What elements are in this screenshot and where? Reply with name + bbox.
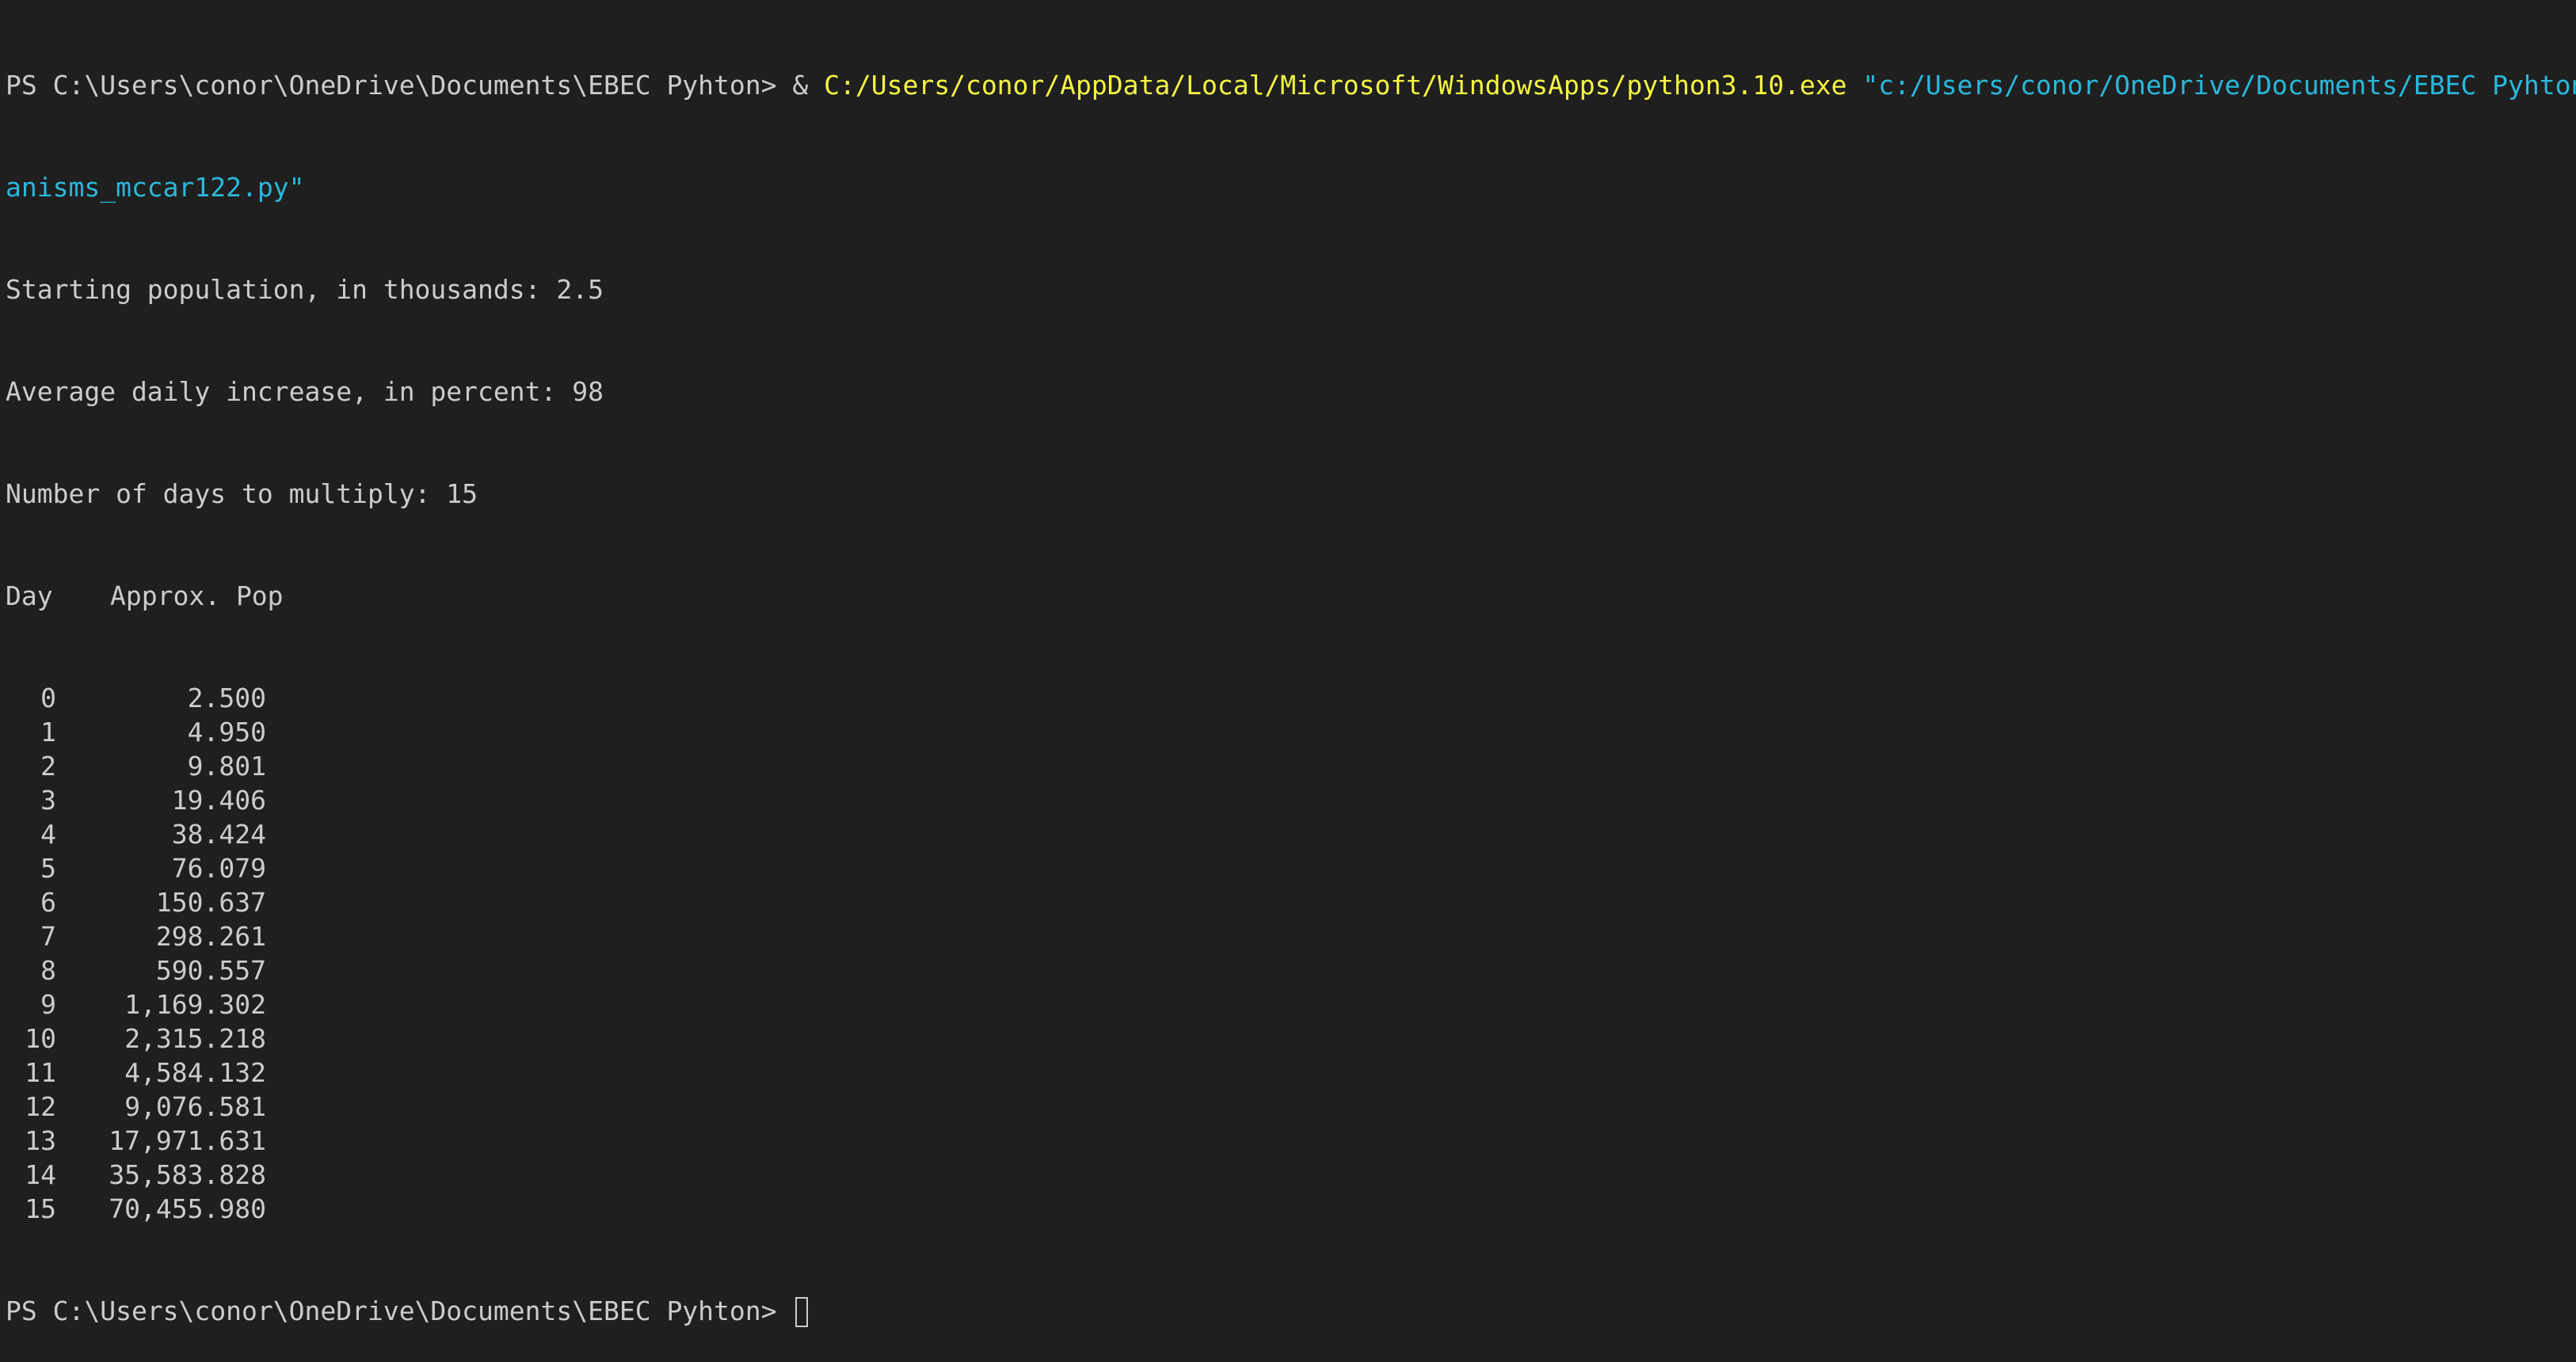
population-value: 17,971.631	[109, 1125, 266, 1156]
population-value: 70,455.980	[109, 1193, 266, 1224]
day-value: 12	[25, 1091, 56, 1122]
day-value: 13	[25, 1125, 56, 1156]
table-row: 15 70,455.980	[6, 1192, 2576, 1226]
final-prompt-line: PS C:\Users\conor\OneDrive\Documents\EBE…	[6, 1294, 2576, 1328]
table-row: 5 76.079	[6, 851, 2576, 885]
population-value: 4,584.132	[124, 1057, 266, 1088]
population-value: 150.637	[155, 887, 266, 918]
terminal-cursor[interactable]	[795, 1297, 809, 1327]
day-value: 10	[25, 1023, 56, 1054]
day-value: 0	[40, 683, 56, 713]
table-row: 13 17,971.631	[6, 1124, 2576, 1158]
call-operator: &	[792, 70, 825, 101]
population-value: 4.950	[187, 717, 266, 748]
day-value: 14	[25, 1159, 56, 1190]
population-value: 9,076.581	[124, 1091, 266, 1122]
table-row: 6 150.637	[6, 885, 2576, 919]
day-value: 9	[40, 989, 56, 1020]
table-row: 1 4.950	[6, 715, 2576, 749]
day-value: 15	[25, 1193, 56, 1224]
day-value: 3	[40, 785, 56, 816]
input-starting-population: Starting population, in thousands: 2.5	[6, 274, 604, 305]
day-value: 4	[40, 819, 56, 850]
header-pop: Approx. Pop	[110, 580, 284, 611]
day-value: 1	[40, 717, 56, 748]
command-space	[1847, 70, 1863, 101]
command-line-wrap: anisms_mccar122.py"	[6, 170, 2576, 204]
day-value: 6	[40, 887, 56, 918]
table-row: 11 4,584.132	[6, 1056, 2576, 1090]
table-row: 7 298.261	[6, 919, 2576, 953]
population-value: 2,315.218	[124, 1023, 266, 1054]
table-row: 10 2,315.218	[6, 1022, 2576, 1056]
script-path-part-1: "c:/Users/conor/OneDrive/Documents/EBEC …	[1862, 70, 2576, 101]
table-header: Day Approx. Pop	[6, 579, 2576, 613]
day-value: 7	[40, 921, 56, 952]
population-value: 2.500	[187, 683, 266, 713]
table-row: 4 38.424	[6, 817, 2576, 851]
final-shell-prompt: PS C:\Users\conor\OneDrive\Documents\EBE…	[6, 1295, 793, 1326]
day-value: 11	[25, 1057, 56, 1088]
table-row: 12 9,076.581	[6, 1090, 2576, 1124]
header-day: Day	[6, 580, 53, 611]
input-days: Number of days to multiply: 15	[6, 478, 478, 509]
table-row: 2 9.801	[6, 749, 2576, 783]
population-table: 0 2.500 1 4.950 2 9.801 3 19.406 4 38.424 5 76.079 6…	[6, 681, 2576, 1226]
day-value: 8	[40, 955, 56, 986]
population-value: 298.261	[155, 921, 266, 952]
script-path-part-2: anisms_mccar122.py"	[6, 172, 305, 203]
table-row: 9 1,169.302	[6, 987, 2576, 1022]
population-value: 38.424	[171, 819, 266, 850]
table-row: 3 19.406	[6, 783, 2576, 817]
table-row: 0 2.500	[6, 681, 2576, 715]
population-value: 9.801	[187, 751, 266, 782]
shell-prompt: PS C:\Users\conor\OneDrive\Documents\EBE…	[6, 70, 793, 101]
population-value: 1,169.302	[124, 989, 266, 1020]
population-value: 76.079	[171, 853, 266, 884]
table-row: 14 35,583.828	[6, 1158, 2576, 1192]
python-executable-path: C:/Users/conor/AppData/Local/Microsoft/W…	[824, 70, 1847, 101]
population-value: 590.557	[155, 955, 266, 986]
input-daily-increase: Average daily increase, in percent: 98	[6, 376, 604, 407]
population-value: 19.406	[171, 785, 266, 816]
day-value: 5	[40, 853, 56, 884]
terminal-output[interactable]: PS C:\Users\conor\OneDrive\Documents\EBE…	[0, 0, 2576, 1327]
population-value: 35,583.828	[109, 1159, 266, 1190]
day-value: 2	[40, 751, 56, 782]
command-line: PS C:\Users\conor\OneDrive\Documents\EBE…	[6, 68, 2576, 102]
table-row: 8 590.557	[6, 953, 2576, 987]
